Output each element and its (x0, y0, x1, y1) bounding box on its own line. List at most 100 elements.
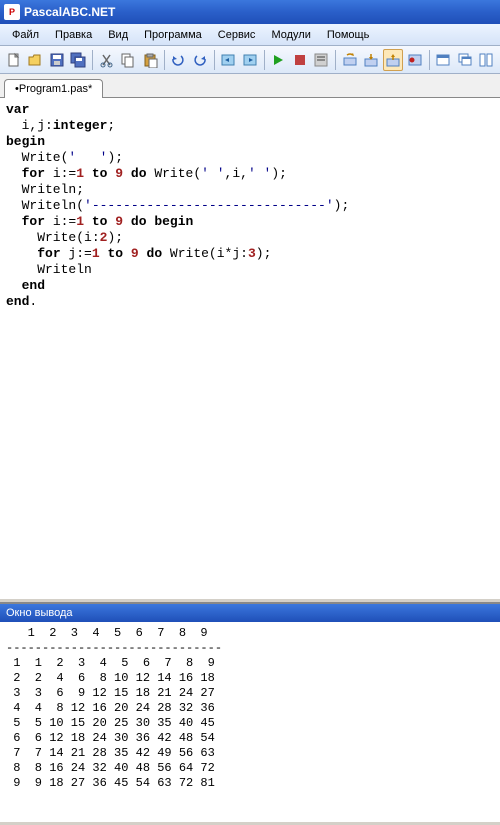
code-text: ' ' (248, 166, 271, 181)
code-text: . (29, 294, 37, 309)
code-text: ; (107, 118, 115, 133)
code-editor[interactable]: var i,j:integer; begin Write(' '); for i… (0, 98, 500, 598)
code-text: Writeln( (6, 198, 84, 213)
toolbar-separator (264, 50, 265, 70)
code-text: 3 (248, 246, 256, 261)
nav-forward-icon[interactable] (240, 49, 260, 71)
code-text: for (22, 214, 45, 229)
code-text: Writeln; (6, 182, 84, 197)
code-text: ' ' (201, 166, 224, 181)
toolbar-separator (214, 50, 215, 70)
app-title: PascalABC.NET (24, 5, 115, 19)
code-text (139, 246, 147, 261)
code-text: for (37, 246, 60, 261)
save-icon[interactable] (47, 49, 67, 71)
code-text (84, 166, 92, 181)
menu-modules[interactable]: Модули (263, 27, 318, 43)
toolbar-separator (164, 50, 165, 70)
code-text: 1 (76, 166, 84, 181)
menu-service[interactable]: Сервис (210, 27, 264, 43)
code-text: i:= (45, 166, 76, 181)
code-text: for (22, 166, 45, 181)
app-icon: P (4, 4, 20, 20)
output-text[interactable]: 1 2 3 4 5 6 7 8 9 ----------------------… (0, 622, 500, 822)
code-text: do (147, 246, 163, 261)
code-text: end (6, 294, 29, 309)
output-panel: Окно вывода 1 2 3 4 5 6 7 8 9 ----------… (0, 603, 500, 822)
toolbar-separator (429, 50, 430, 70)
tab-bar: •Program1.pas* (0, 74, 500, 98)
toolbar (0, 46, 500, 74)
code-text: 1 (76, 214, 84, 229)
code-text (123, 214, 131, 229)
tile-icon[interactable] (477, 49, 497, 71)
code-text: to (92, 214, 108, 229)
menu-view[interactable]: Вид (100, 27, 136, 43)
redo-icon[interactable] (190, 49, 210, 71)
code-text (6, 166, 22, 181)
code-text: 9 (115, 166, 123, 181)
code-text: ); (107, 230, 123, 245)
code-text: do (131, 166, 147, 181)
step-over-icon[interactable] (340, 49, 360, 71)
undo-icon[interactable] (169, 49, 189, 71)
open-file-icon[interactable] (26, 49, 46, 71)
code-text: ,i, (225, 166, 248, 181)
step-out-icon[interactable] (383, 49, 403, 71)
code-text: ); (107, 150, 123, 165)
code-text: Write( (147, 166, 202, 181)
code-text: to (92, 166, 108, 181)
code-text: Write( (6, 150, 68, 165)
toolbar-separator (92, 50, 93, 70)
new-file-icon[interactable] (4, 49, 24, 71)
code-text: j:= (61, 246, 92, 261)
code-text: to (107, 246, 123, 261)
code-text: ); (256, 246, 272, 261)
tab-program1[interactable]: •Program1.pas* (4, 79, 103, 98)
code-text: i,j: (6, 118, 53, 133)
toolbar-separator (335, 50, 336, 70)
stop-icon[interactable] (290, 49, 310, 71)
window-icon[interactable] (433, 49, 453, 71)
menu-program[interactable]: Программа (136, 27, 210, 43)
output-title: Окно вывода (0, 604, 500, 622)
code-text: do (131, 214, 147, 229)
code-text: '------------------------------' (84, 198, 334, 213)
title-bar: P PascalABC.NET (0, 0, 500, 24)
code-text (123, 246, 131, 261)
menu-help[interactable]: Помощь (319, 27, 378, 43)
code-text: 9 (115, 214, 123, 229)
menu-edit[interactable]: Правка (47, 27, 100, 43)
code-text: Write(i: (6, 230, 100, 245)
nav-back-icon[interactable] (219, 49, 239, 71)
code-text: begin (154, 214, 193, 229)
code-text: 1 (92, 246, 100, 261)
code-text: 9 (131, 246, 139, 261)
menu-bar: Файл Правка Вид Программа Сервис Модули … (0, 24, 500, 46)
cascade-icon[interactable] (455, 49, 475, 71)
code-text: Write(i*j: (162, 246, 248, 261)
code-text: integer (53, 118, 108, 133)
code-text: var (6, 102, 29, 117)
paste-icon[interactable] (140, 49, 160, 71)
run-icon[interactable] (269, 49, 289, 71)
menu-file[interactable]: Файл (4, 27, 47, 43)
code-text: ); (334, 198, 350, 213)
code-text (84, 214, 92, 229)
code-text: end (22, 278, 45, 293)
code-text (6, 278, 22, 293)
cut-icon[interactable] (97, 49, 117, 71)
code-text: ' ' (68, 150, 107, 165)
code-text: Writeln (6, 262, 92, 277)
code-text: ); (271, 166, 287, 181)
step-into-icon[interactable] (362, 49, 382, 71)
save-all-icon[interactable] (69, 49, 89, 71)
copy-icon[interactable] (119, 49, 139, 71)
code-text: i:= (45, 214, 76, 229)
code-text (123, 166, 131, 181)
code-text: begin (6, 134, 45, 149)
breakpoint-icon[interactable] (405, 49, 425, 71)
code-text (6, 246, 37, 261)
compile-icon[interactable] (312, 49, 332, 71)
code-text (6, 214, 22, 229)
